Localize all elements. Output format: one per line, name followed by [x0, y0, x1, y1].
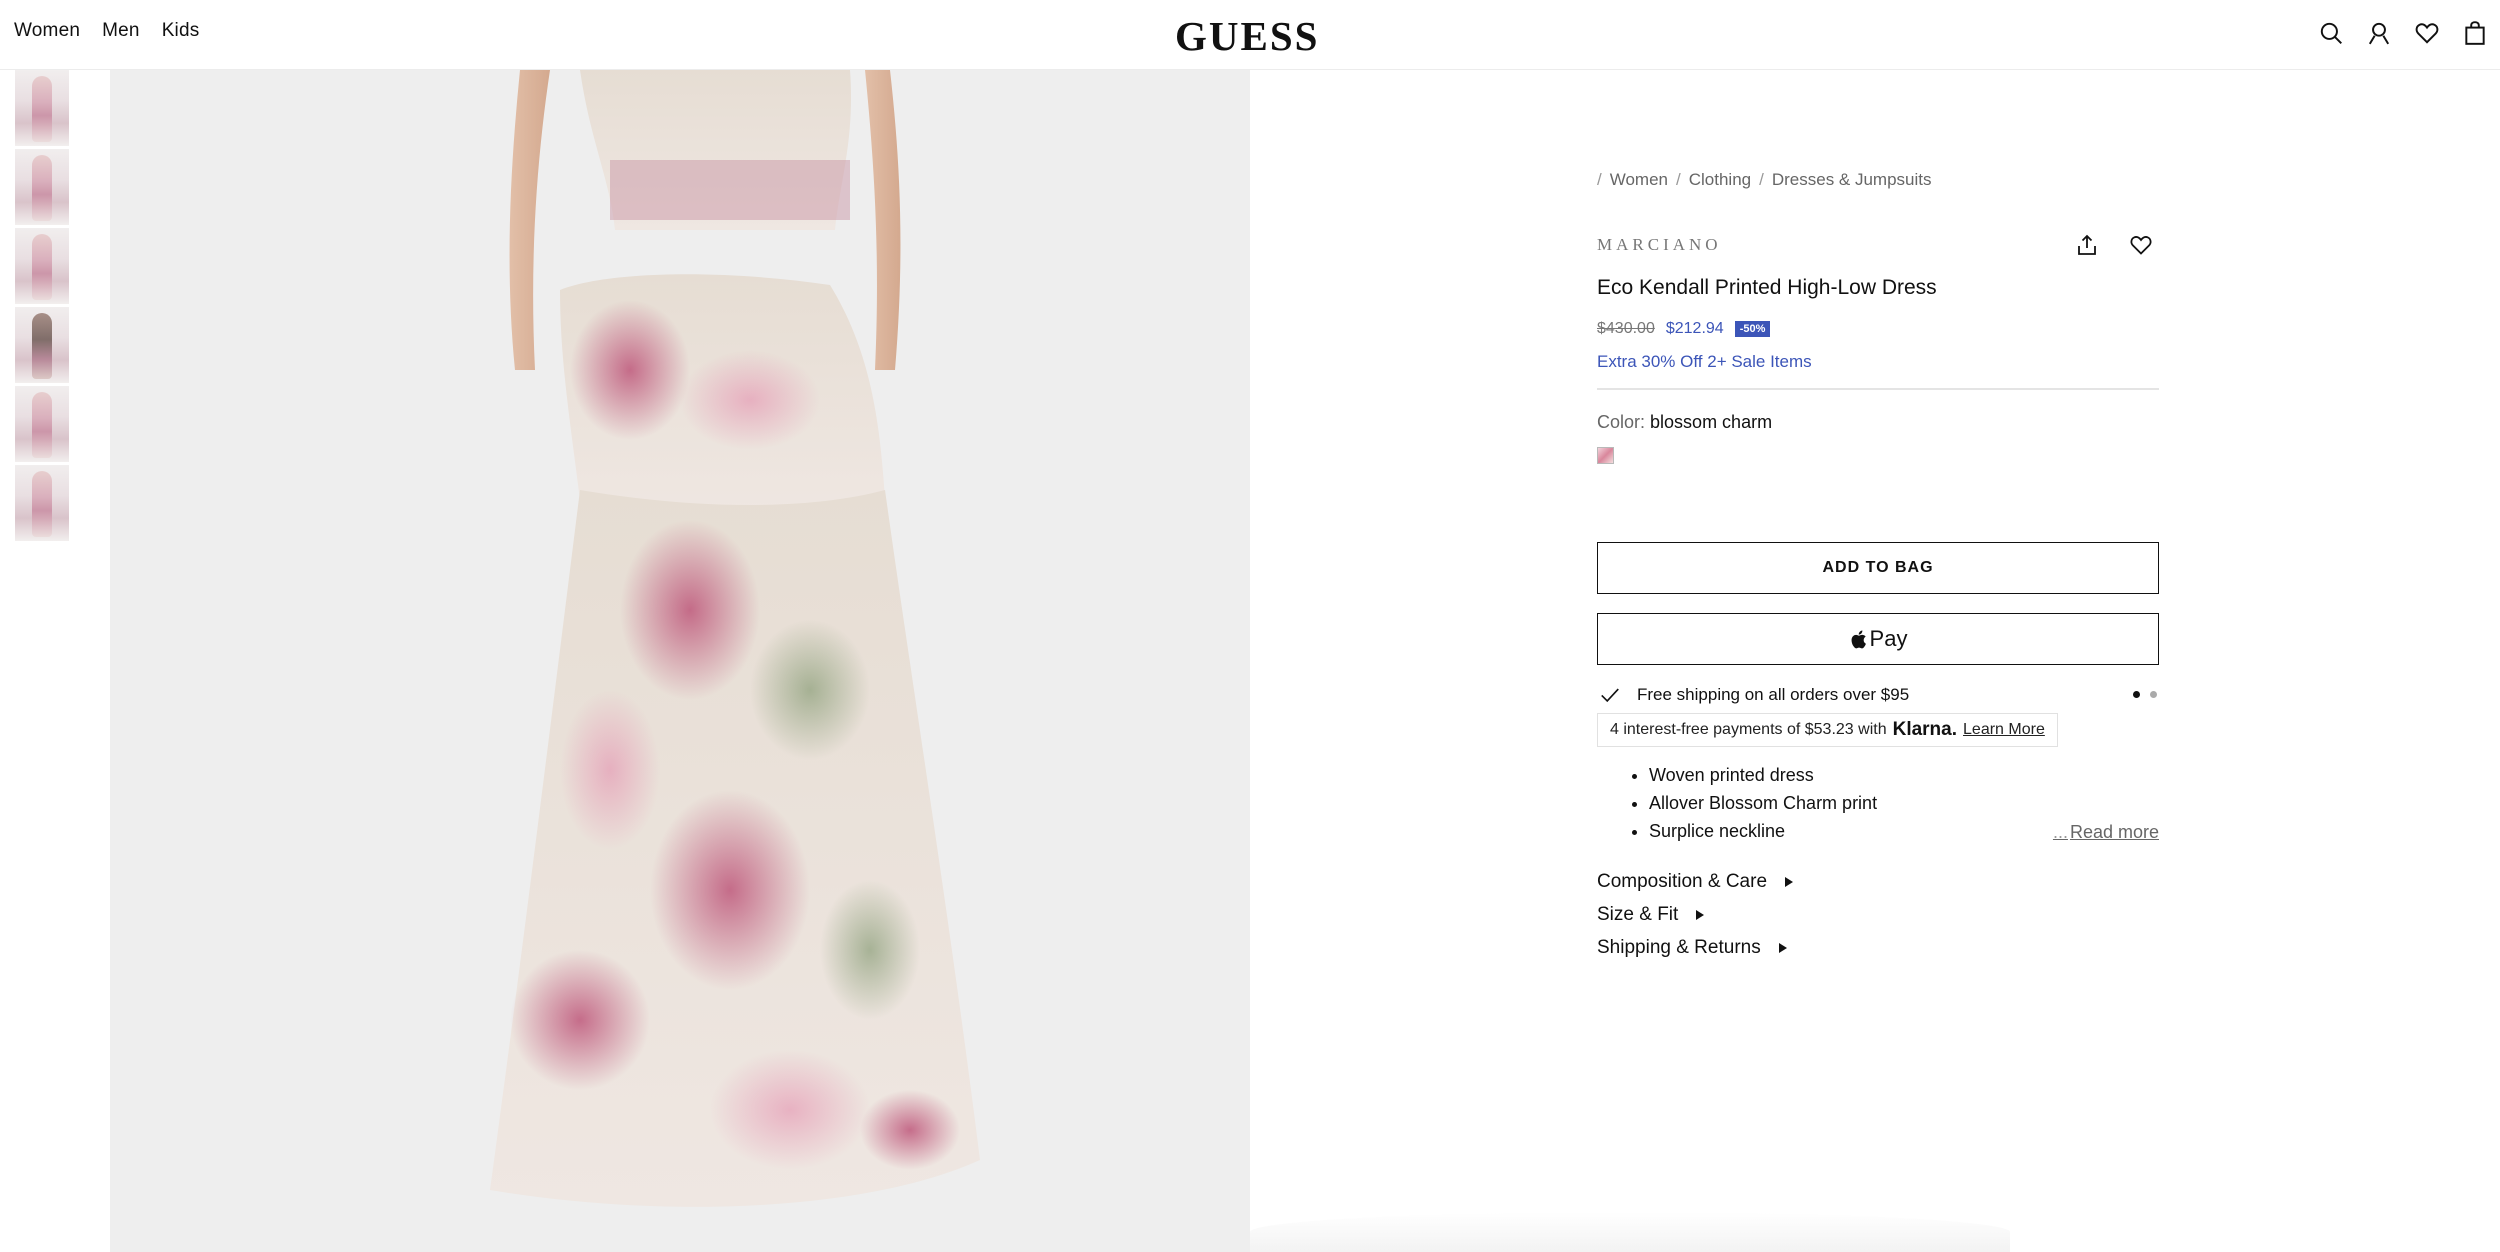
breadcrumb-separator: / [1597, 170, 1602, 189]
product-actions [2075, 233, 2153, 257]
klarna-text: 4 interest-free payments of $53.23 with [1610, 721, 1887, 738]
shipping-text: Free shipping on all orders over $95 [1637, 685, 1910, 704]
accordion-composition-care[interactable]: Composition & Care [1597, 865, 2159, 898]
thumbnail-6[interactable] [15, 465, 69, 541]
thumbnail-1[interactable] [15, 70, 69, 146]
wishlist-heart-icon[interactable] [2414, 20, 2440, 46]
shipping-banner: Free shipping on all orders over $95 [1597, 683, 2159, 707]
sale-price: $212.94 [1665, 320, 1724, 337]
apple-pay-button[interactable]: Pay [1597, 613, 2159, 665]
carousel-dots [2133, 691, 2157, 698]
thumbnail-2[interactable] [15, 149, 69, 225]
nav-kids[interactable]: Kids [162, 20, 200, 42]
accordion-label: Size & Fit [1597, 903, 1679, 925]
divider [1597, 388, 2159, 390]
product-main-image[interactable] [110, 70, 1250, 1252]
account-icon[interactable] [2366, 20, 2392, 46]
product-features: Woven printed dress Allover Blossom Char… [1597, 761, 2159, 845]
product-details-panel: / Women / Clothing / Dresses & Jumpsuits… [1597, 170, 2159, 964]
wishlist-heart-icon[interactable] [2129, 233, 2153, 257]
klarna-logo: Klarna. [1892, 719, 1958, 740]
search-icon[interactable] [2318, 20, 2344, 46]
color-label: Color: [1597, 412, 1646, 432]
add-to-bag-button[interactable]: ADD TO BAG [1597, 542, 2159, 594]
feature-item: Woven printed dress [1649, 761, 2159, 789]
brand-name[interactable]: MARCIANO [1597, 235, 1722, 255]
klarna-banner: 4 interest-free payments of $53.23 with … [1597, 713, 2058, 747]
thumbnail-3[interactable] [15, 228, 69, 304]
thumbnail-5[interactable] [15, 386, 69, 462]
share-icon[interactable] [2075, 233, 2099, 257]
details-accordion: Composition & Care Size & Fit Shipping &… [1597, 865, 2159, 964]
caret-right-icon [1778, 942, 1787, 953]
thumbnail-strip [15, 70, 69, 544]
color-selector: Color: blossom charm [1597, 412, 2159, 433]
klarna-learn-more-link[interactable]: Learn More [1963, 721, 2045, 739]
guess-logo[interactable]: GUESS [1175, 12, 1319, 60]
breadcrumb-women[interactable]: Women [1610, 170, 1668, 190]
breadcrumb-dresses[interactable]: Dresses & Jumpsuits [1772, 170, 1932, 190]
shopping-bag-icon[interactable] [2462, 20, 2488, 46]
header-actions [2318, 20, 2488, 46]
thumbnail-4[interactable] [15, 307, 69, 383]
accordion-label: Composition & Care [1597, 870, 1768, 892]
bottom-shadow [1250, 1212, 2010, 1252]
product-title: Eco Kendall Printed High-Low Dress [1597, 276, 1937, 299]
read-more-label: Read more [2069, 822, 2159, 842]
nav-women[interactable]: Women [14, 20, 80, 42]
site-header: Women Men Kids GUESS [0, 0, 2500, 70]
apple-pay-label: Pay [1869, 626, 1908, 651]
feature-item: Allover Blossom Charm print [1649, 789, 2159, 817]
main-nav: Women Men Kids [14, 20, 199, 42]
read-more-link[interactable]: ... Read more [2053, 822, 2159, 843]
original-price: $430.00 [1597, 320, 1655, 337]
dress-image [110, 70, 1250, 1252]
breadcrumb: / Women / Clothing / Dresses & Jumpsuits [1597, 170, 2159, 190]
checkmark-icon [1601, 688, 1619, 703]
carousel-dot-2[interactable] [2150, 691, 2157, 698]
caret-right-icon [1785, 876, 1794, 887]
promo-message: Extra 30% Off 2+ Sale Items [1597, 352, 1812, 371]
apple-logo-icon [1851, 630, 1866, 648]
color-value: blossom charm [1650, 412, 1773, 432]
nav-men[interactable]: Men [102, 20, 140, 42]
accordion-size-fit[interactable]: Size & Fit [1597, 898, 2159, 931]
caret-right-icon [1696, 909, 1705, 920]
breadcrumb-clothing[interactable]: Clothing [1689, 170, 1751, 190]
breadcrumb-separator: / [1676, 170, 1681, 189]
brand-row: MARCIANO [1597, 232, 2159, 258]
price-row: $430.00 $212.94 -50% [1597, 320, 2159, 338]
color-swatch-blossom-charm[interactable] [1597, 447, 1614, 464]
read-more-ellipsis: ... [2052, 822, 2068, 842]
breadcrumb-separator: / [1759, 170, 1764, 189]
accordion-label: Shipping & Returns [1597, 936, 1761, 958]
discount-badge: -50% [1734, 321, 1771, 337]
accordion-shipping-returns[interactable]: Shipping & Returns [1597, 931, 2159, 964]
carousel-dot-1[interactable] [2133, 691, 2140, 698]
